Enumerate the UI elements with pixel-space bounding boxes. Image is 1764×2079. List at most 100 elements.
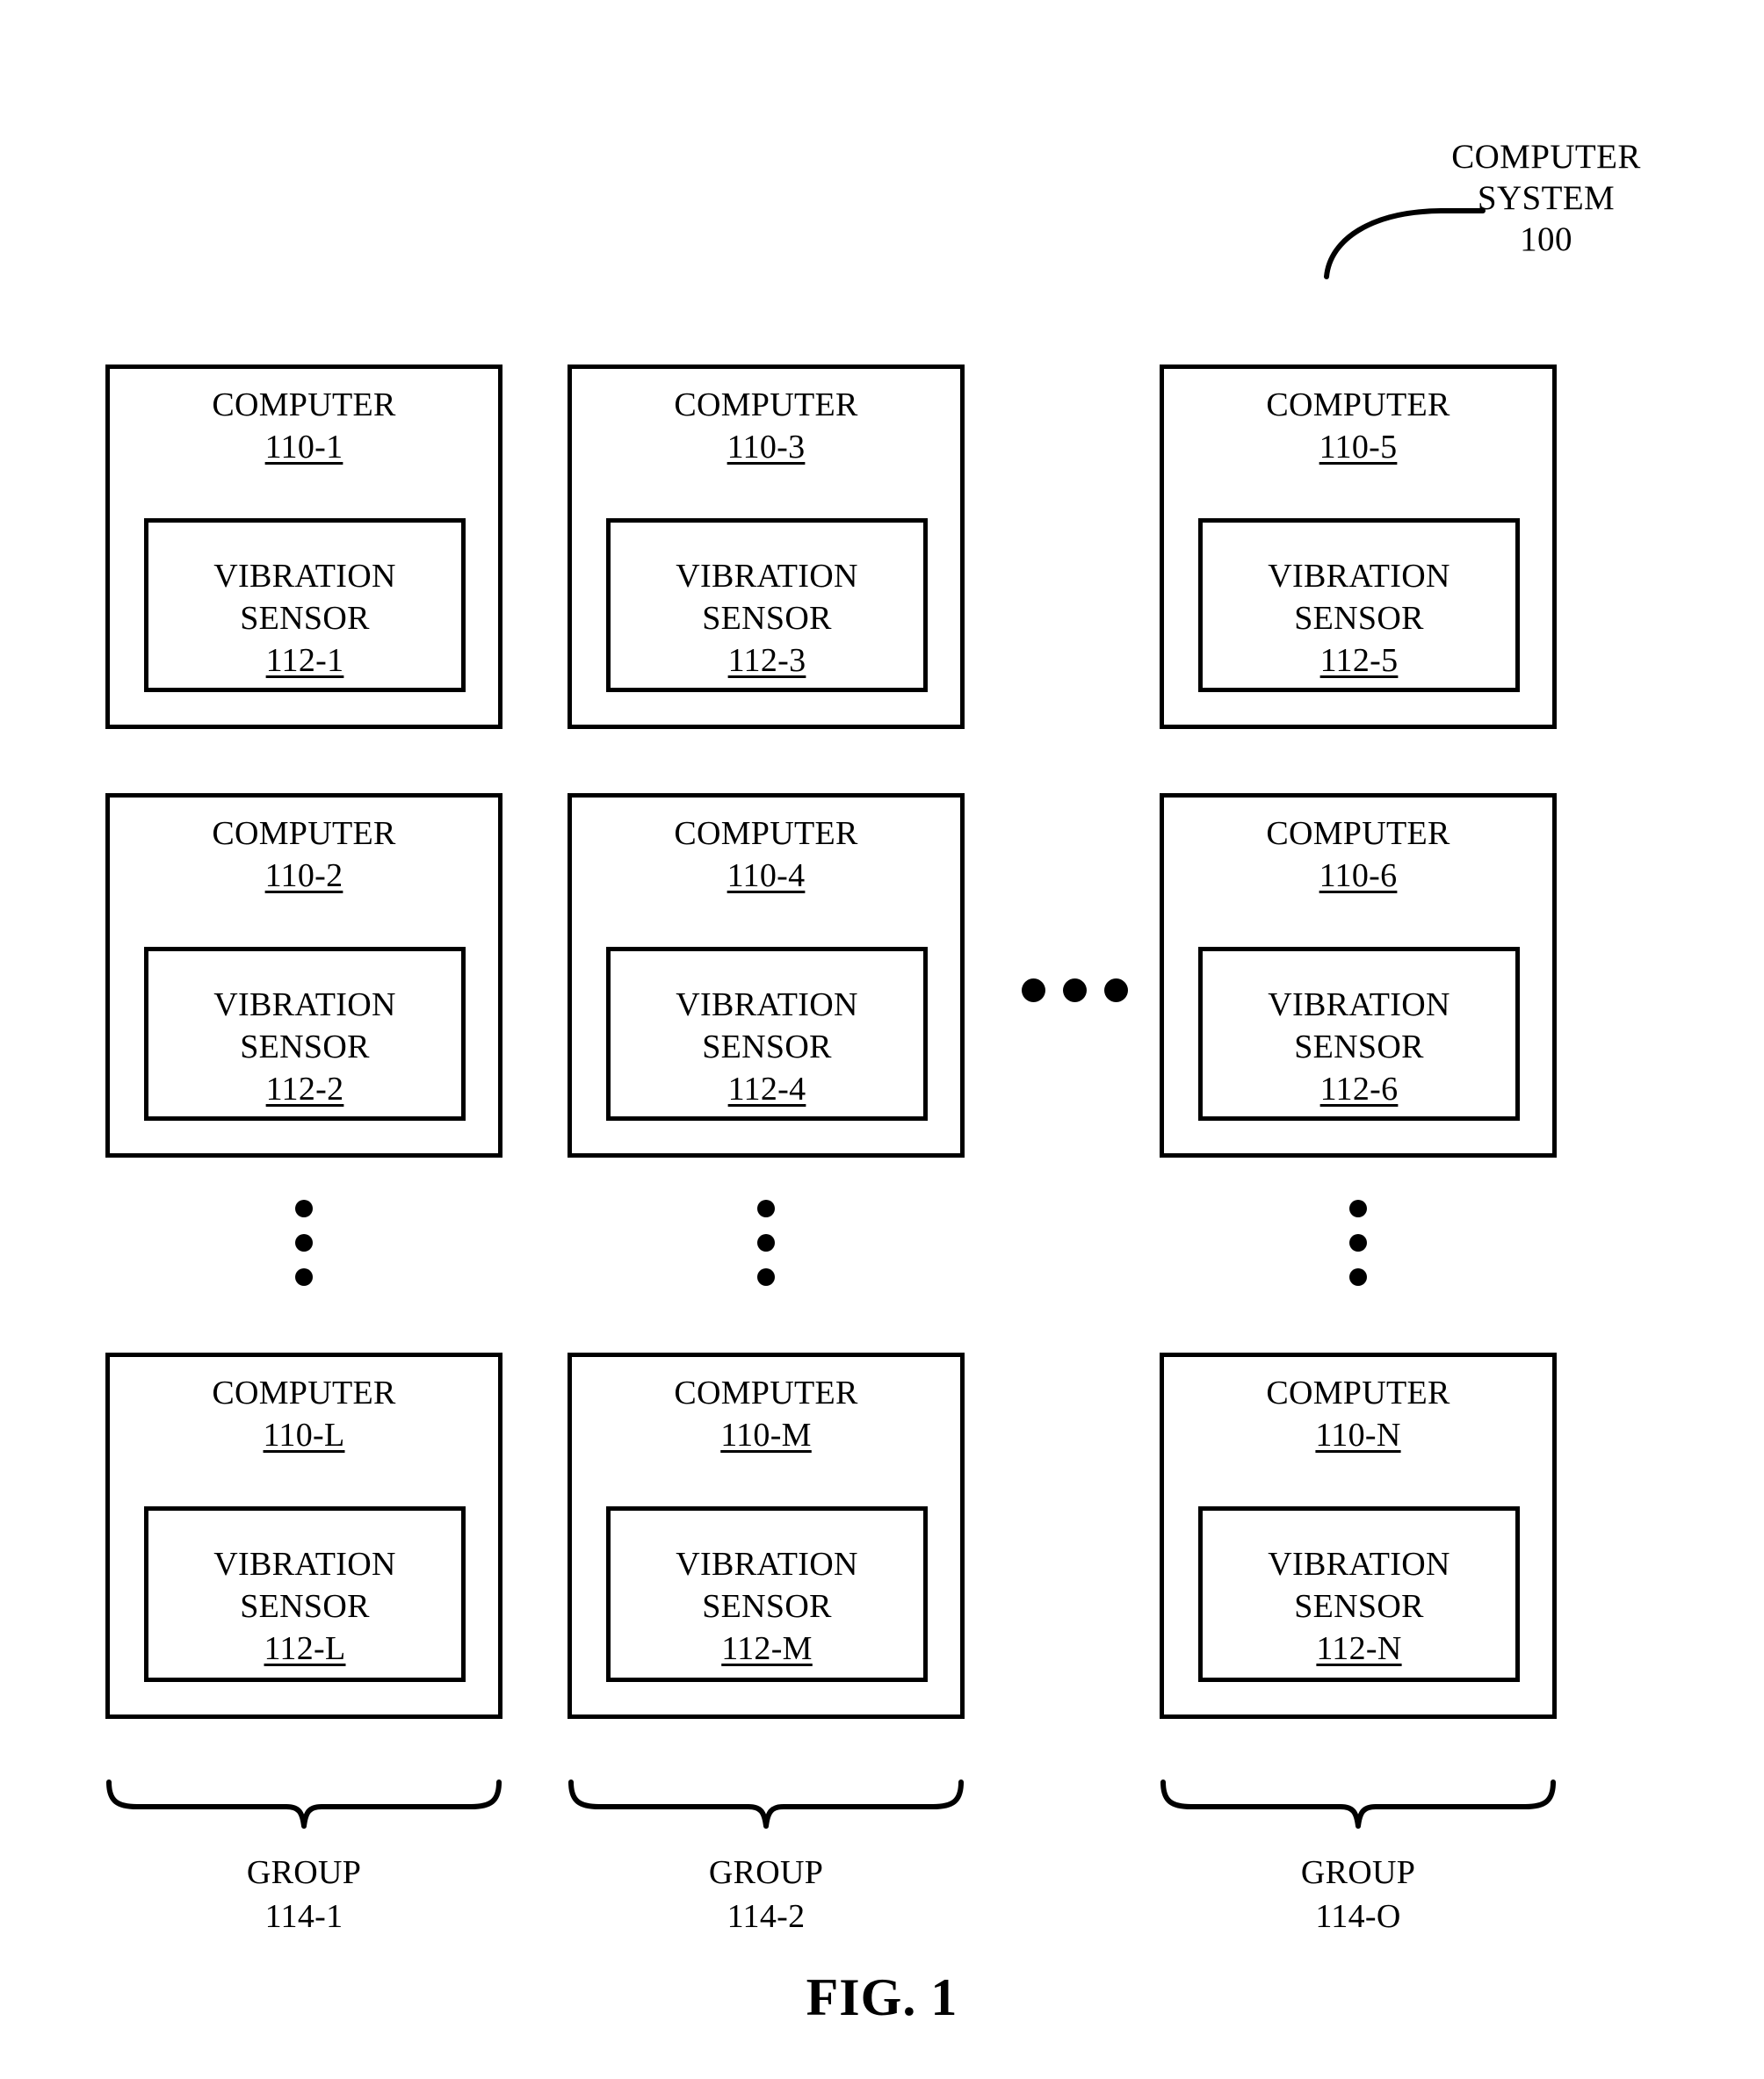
group-brace-114-2 <box>568 1779 964 1829</box>
group-ref: 114-O <box>1315 1898 1401 1935</box>
vibration-sensor-title-112-L: VIBRATION SENSOR 112-L <box>148 1543 461 1670</box>
computer-ref: 110-6 <box>1319 857 1398 894</box>
computer-ref: 110-2 <box>264 857 343 894</box>
vibration-sensor-box-112-2: VIBRATION SENSOR 112-2 <box>144 947 466 1121</box>
sensor-label-line-1: VIBRATION <box>676 1546 858 1583</box>
computer-title-110-2: COMPUTER 110-2 <box>110 812 498 897</box>
computer-title-110-5: COMPUTER 110-5 <box>1164 384 1552 468</box>
sensor-ref: 112-2 <box>265 1071 344 1108</box>
vibration-sensor-title-112-4: VIBRATION SENSOR 112-4 <box>611 984 923 1110</box>
computer-box-110-M: COMPUTER 110-M VIBRATION SENSOR 112-M <box>568 1353 965 1719</box>
sensor-label-line-2: SENSOR <box>240 1588 370 1625</box>
group-title: GROUP <box>246 1854 362 1891</box>
sensor-label-line-1: VIBRATION <box>213 558 396 595</box>
sensor-label-line-2: SENSOR <box>1294 1029 1424 1065</box>
computer-label: COMPUTER <box>1266 386 1450 423</box>
ellipsis-dot <box>757 1268 775 1286</box>
ellipsis-dot <box>1349 1234 1367 1252</box>
system-callout-ref: 100 <box>1520 220 1572 258</box>
vibration-sensor-title-112-N: VIBRATION SENSOR 112-N <box>1203 1543 1515 1670</box>
computer-title-110-1: COMPUTER 110-1 <box>110 384 498 468</box>
group-ref: 114-1 <box>264 1898 343 1935</box>
sensor-label-line-1: VIBRATION <box>213 986 396 1023</box>
vertical-ellipsis-column-1 <box>295 1200 313 1286</box>
computer-box-110-3: COMPUTER 110-3 VIBRATION SENSOR 112-3 <box>568 365 965 729</box>
vibration-sensor-box-112-M: VIBRATION SENSOR 112-M <box>606 1506 928 1682</box>
group-title: GROUP <box>1300 1854 1416 1891</box>
computer-box-110-5: COMPUTER 110-5 VIBRATION SENSOR 112-5 <box>1160 365 1557 729</box>
computer-ref: 110-N <box>1315 1417 1401 1454</box>
vibration-sensor-box-112-L: VIBRATION SENSOR 112-L <box>144 1506 466 1682</box>
group-title: GROUP <box>708 1854 824 1891</box>
sensor-label-line-2: SENSOR <box>240 1029 370 1065</box>
computer-box-110-L: COMPUTER 110-L VIBRATION SENSOR 112-L <box>105 1353 502 1719</box>
sensor-label-line-1: VIBRATION <box>1268 558 1450 595</box>
computer-label: COMPUTER <box>1266 1375 1450 1411</box>
computer-title-110-N: COMPUTER 110-N <box>1164 1372 1552 1456</box>
computer-box-110-6: COMPUTER 110-6 VIBRATION SENSOR 112-6 <box>1160 793 1557 1158</box>
sensor-label-line-2: SENSOR <box>702 1588 832 1625</box>
vibration-sensor-box-112-1: VIBRATION SENSOR 112-1 <box>144 518 466 692</box>
sensor-label-line-2: SENSOR <box>1294 1588 1424 1625</box>
sensor-label-line-1: VIBRATION <box>1268 986 1450 1023</box>
sensor-label-line-2: SENSOR <box>240 600 370 637</box>
sensor-ref: 112-L <box>264 1630 346 1667</box>
computer-label: COMPUTER <box>212 386 396 423</box>
horizontal-ellipsis-between-groups <box>1022 978 1128 1002</box>
computer-title-110-6: COMPUTER 110-6 <box>1164 812 1552 897</box>
sensor-label-line-1: VIBRATION <box>213 1546 396 1583</box>
computer-ref: 110-5 <box>1319 429 1398 466</box>
figure-canvas: COMPUTER SYSTEM 100 COMPUTER 110-1 VIBRA… <box>0 0 1764 2079</box>
sensor-label-line-2: SENSOR <box>702 1029 832 1065</box>
sensor-ref: 112-M <box>721 1630 813 1667</box>
computer-label: COMPUTER <box>212 815 396 852</box>
vibration-sensor-title-112-1: VIBRATION SENSOR 112-1 <box>148 555 461 682</box>
vibration-sensor-title-112-3: VIBRATION SENSOR 112-3 <box>611 555 923 682</box>
group-brace-114-1 <box>106 1779 502 1829</box>
sensor-ref: 112-3 <box>727 642 806 679</box>
computer-ref: 110-L <box>263 1417 345 1454</box>
computer-label: COMPUTER <box>1266 815 1450 852</box>
vibration-sensor-box-112-6: VIBRATION SENSOR 112-6 <box>1198 947 1520 1121</box>
vibration-sensor-title-112-M: VIBRATION SENSOR 112-M <box>611 1543 923 1670</box>
computer-box-110-1: COMPUTER 110-1 VIBRATION SENSOR 112-1 <box>105 365 502 729</box>
ellipsis-dot <box>295 1268 313 1286</box>
vibration-sensor-title-112-2: VIBRATION SENSOR 112-2 <box>148 984 461 1110</box>
sensor-ref: 112-5 <box>1319 642 1399 679</box>
sensor-ref: 112-1 <box>265 642 344 679</box>
group-label-114-1: GROUP 114-1 <box>105 1851 502 1938</box>
ellipsis-dot <box>757 1200 775 1217</box>
computer-ref: 110-4 <box>727 857 806 894</box>
computer-label: COMPUTER <box>212 1375 396 1411</box>
group-ref: 114-2 <box>727 1898 806 1935</box>
computer-ref: 110-1 <box>264 429 343 466</box>
sensor-label-line-2: SENSOR <box>702 600 832 637</box>
computer-title-110-M: COMPUTER 110-M <box>572 1372 960 1456</box>
computer-box-110-4: COMPUTER 110-4 VIBRATION SENSOR 112-4 <box>568 793 965 1158</box>
ellipsis-dot <box>295 1200 313 1217</box>
computer-title-110-L: COMPUTER 110-L <box>110 1372 498 1456</box>
computer-box-110-2: COMPUTER 110-2 VIBRATION SENSOR 112-2 <box>105 793 502 1158</box>
vibration-sensor-box-112-5: VIBRATION SENSOR 112-5 <box>1198 518 1520 692</box>
sensor-label-line-2: SENSOR <box>1294 600 1424 637</box>
system-callout-line-2: SYSTEM <box>1477 179 1616 217</box>
computer-label: COMPUTER <box>674 1375 858 1411</box>
system-callout-line-1: COMPUTER <box>1451 138 1641 176</box>
ellipsis-dot <box>757 1234 775 1252</box>
sensor-ref: 112-N <box>1316 1630 1402 1667</box>
computer-label: COMPUTER <box>674 815 858 852</box>
sensor-label-line-1: VIBRATION <box>676 558 858 595</box>
vibration-sensor-title-112-5: VIBRATION SENSOR 112-5 <box>1203 555 1515 682</box>
computer-ref: 110-3 <box>727 429 806 466</box>
sensor-label-line-1: VIBRATION <box>1268 1546 1450 1583</box>
system-callout-label: COMPUTER SYSTEM 100 <box>1414 136 1678 260</box>
vertical-ellipsis-column-3 <box>1349 1200 1367 1286</box>
sensor-ref: 112-6 <box>1319 1071 1399 1108</box>
vibration-sensor-box-112-3: VIBRATION SENSOR 112-3 <box>606 518 928 692</box>
ellipsis-dot <box>295 1234 313 1252</box>
figure-caption: FIG. 1 <box>806 1968 958 2026</box>
group-brace-114-O <box>1160 1779 1556 1829</box>
vibration-sensor-box-112-N: VIBRATION SENSOR 112-N <box>1198 1506 1520 1682</box>
vertical-ellipsis-column-2 <box>757 1200 775 1286</box>
group-label-114-2: GROUP 114-2 <box>568 1851 965 1938</box>
